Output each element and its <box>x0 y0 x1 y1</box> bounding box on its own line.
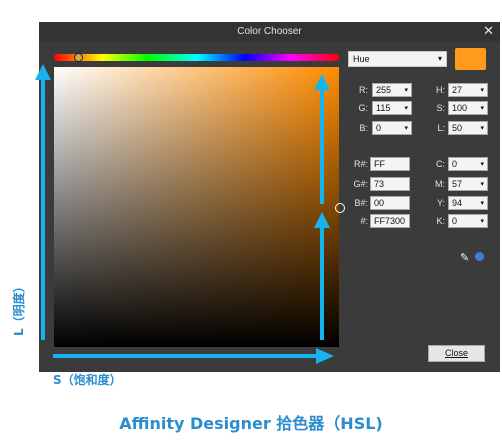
chevron-down-icon: ▾ <box>480 200 484 207</box>
b-hex-label: B#: <box>354 198 368 208</box>
g-label: G: <box>358 103 368 113</box>
chevron-down-icon: ▾ <box>480 161 484 168</box>
color-dot-icon[interactable] <box>475 252 484 261</box>
y-label: Y: <box>436 198 445 208</box>
r-hex-input[interactable]: FF <box>370 157 410 171</box>
r-label: R: <box>359 85 368 95</box>
close-button[interactable]: Close <box>428 345 485 362</box>
hex-input[interactable]: FF7300 <box>370 214 410 228</box>
c-label: C: <box>436 159 445 169</box>
s-input[interactable]: 100 ▾ <box>448 101 488 115</box>
chevron-down-icon: ▾ <box>404 105 408 112</box>
g-hex-input[interactable]: 73 <box>370 177 410 191</box>
color-mode-value: Hue <box>353 54 370 64</box>
chevron-down-icon: ▾ <box>404 125 408 132</box>
y-input[interactable]: 94 ▾ <box>448 196 488 210</box>
b-label: B: <box>359 123 368 133</box>
title-bar[interactable]: Color Chooser ✕ <box>39 22 500 42</box>
current-color-swatch <box>455 48 486 70</box>
h-label: H: <box>436 85 445 95</box>
r-hex-label: R#: <box>353 159 368 169</box>
chevron-down-icon: ▾ <box>480 87 484 94</box>
b-hex-input[interactable]: 00 <box>370 196 410 210</box>
window-title: Color Chooser <box>237 26 302 37</box>
chevron-down-icon: ▾ <box>437 54 442 63</box>
k-label: K: <box>436 216 445 226</box>
chevron-down-icon: ▾ <box>404 87 408 94</box>
close-icon[interactable]: ✕ <box>483 23 494 39</box>
chevron-down-icon: ▾ <box>480 218 484 225</box>
m-label: M: <box>435 179 445 189</box>
g-input[interactable]: 115 ▾ <box>372 101 412 115</box>
m-input[interactable]: 57 ▾ <box>448 177 488 191</box>
eyedropper-icon[interactable]: ✎ <box>460 251 469 264</box>
chevron-down-icon: ▾ <box>480 125 484 132</box>
chevron-down-icon: ▾ <box>480 181 484 188</box>
chevron-down-icon: ▾ <box>480 105 484 112</box>
b-input[interactable]: 0 ▾ <box>372 121 412 135</box>
c-input[interactable]: 0 ▾ <box>448 157 488 171</box>
hue-slider[interactable] <box>54 54 339 61</box>
saturation-lightness-field[interactable] <box>54 67 339 347</box>
s-label: S: <box>436 103 445 113</box>
k-input[interactable]: 0 ▾ <box>448 214 488 228</box>
saturation-annotation: S（饱和度） <box>53 373 122 387</box>
r-input[interactable]: 255 ▾ <box>372 83 412 97</box>
h-input[interactable]: 27 ▾ <box>448 83 488 97</box>
l-label: L: <box>437 123 445 133</box>
lightness-annotation: L（明度） <box>12 280 26 336</box>
hex-label: #: <box>360 216 368 226</box>
g-hex-label: G#: <box>353 179 368 189</box>
l-input[interactable]: 50 ▾ <box>448 121 488 135</box>
color-mode-select[interactable]: Hue ▾ <box>348 51 447 67</box>
caption: Affinity Designer 拾色器（HSL) <box>119 414 383 433</box>
hue-slider-handle[interactable] <box>74 53 83 62</box>
color-chooser-dialog: Color Chooser ✕ Hue ▾ R: 255 ▾ G: 115 ▾ B:… <box>39 22 500 372</box>
